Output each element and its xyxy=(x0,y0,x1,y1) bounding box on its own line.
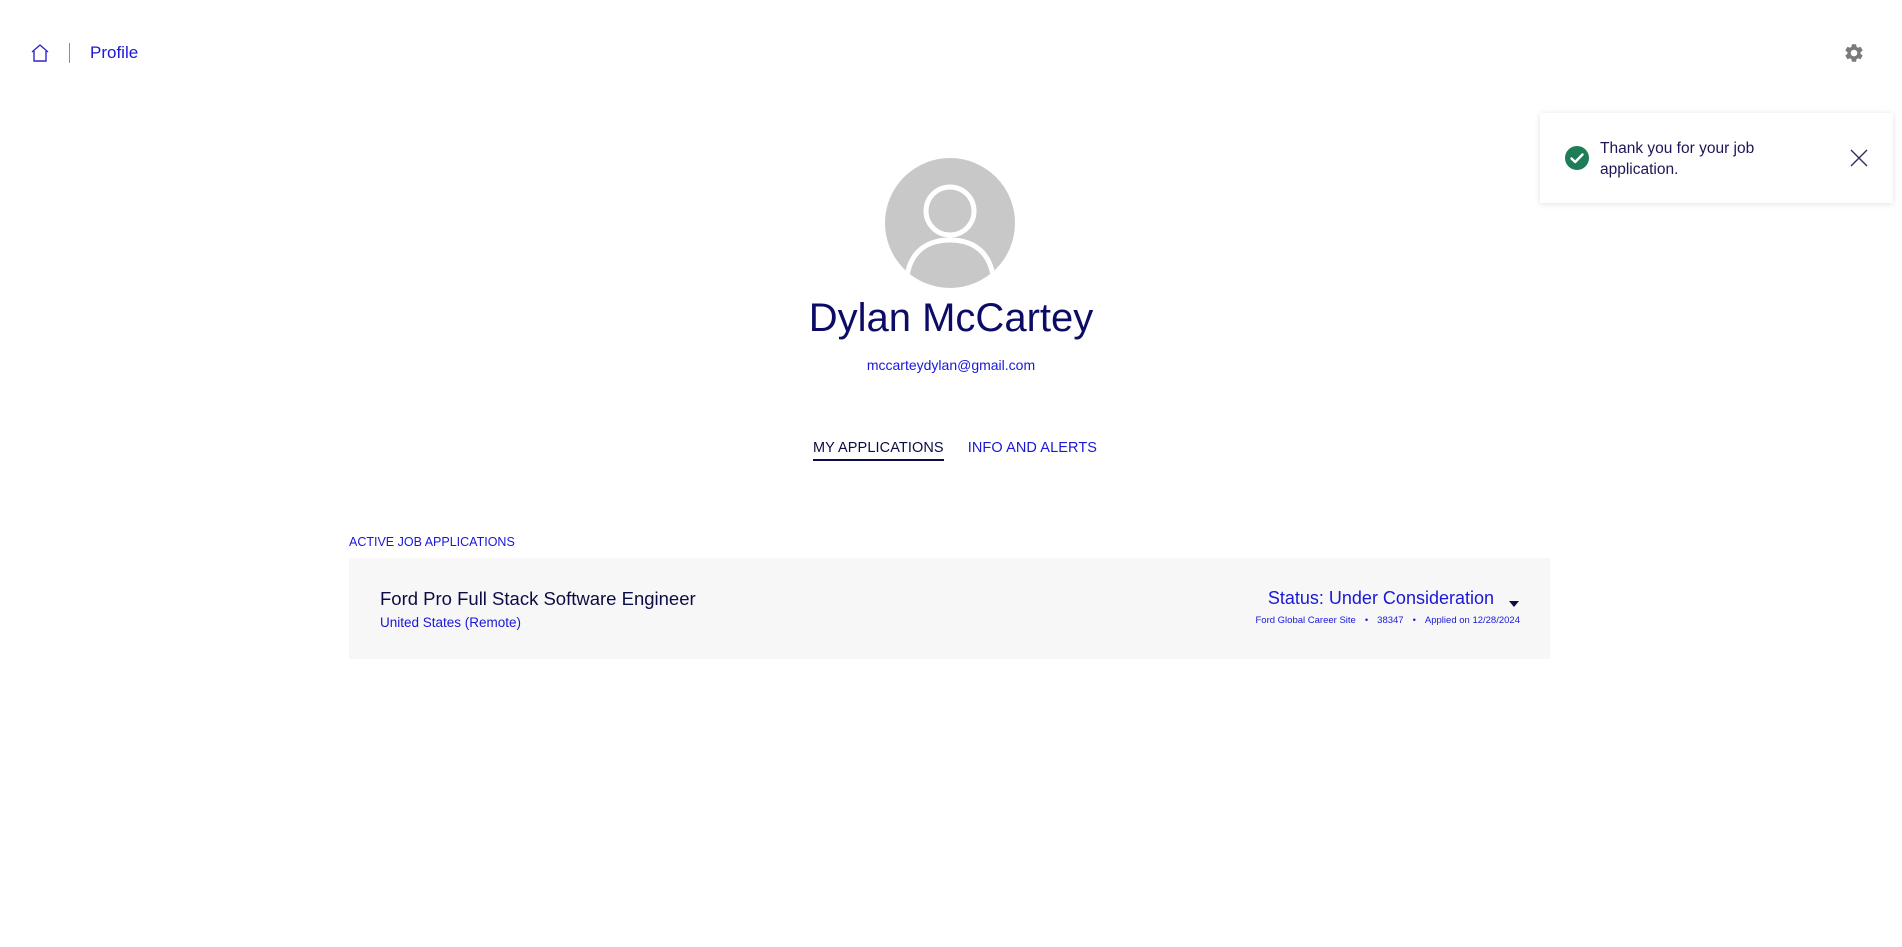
profile-tabs: MY APPLICATIONS INFO AND ALERTS xyxy=(813,440,1121,461)
success-toast: Thank you for your job application. xyxy=(1540,113,1893,203)
application-job-id: 38347 xyxy=(1377,615,1404,626)
meta-separator: • xyxy=(1364,615,1369,626)
home-icon[interactable] xyxy=(29,42,51,64)
job-title[interactable]: Ford Pro Full Stack Software Engineer xyxy=(380,588,696,610)
breadcrumb: Profile xyxy=(29,42,138,64)
status-dropdown[interactable]: Status: Under Consideration xyxy=(1268,588,1520,609)
breadcrumb-divider xyxy=(69,43,70,63)
meta-separator: • xyxy=(1412,615,1416,626)
application-source: Ford Global Career Site xyxy=(1255,615,1356,626)
gear-icon[interactable] xyxy=(1843,42,1865,64)
tab-info-and-alerts[interactable]: INFO AND ALERTS xyxy=(968,440,1097,461)
application-meta: Ford Global Career Site • 38347 • Applie… xyxy=(1256,615,1521,626)
user-avatar-icon xyxy=(904,184,996,277)
avatar xyxy=(885,158,1015,288)
profile-page: Profile Thank you for your job applicati… xyxy=(0,0,1902,947)
status-label: Status: Under Consideration xyxy=(1267,588,1494,608)
tab-my-applications[interactable]: MY APPLICATIONS xyxy=(813,440,944,461)
profile-name: Dylan McCartey xyxy=(808,296,1094,340)
toast-message: Thank you for your job application. xyxy=(1600,140,1755,178)
check-circle-icon xyxy=(1564,145,1590,171)
close-icon[interactable] xyxy=(1848,147,1870,169)
profile-email: mccarteydylan@gmail.com xyxy=(866,357,1036,373)
application-card: Ford Pro Full Stack Software Engineer Un… xyxy=(349,558,1550,659)
section-title-active-applications: ACTIVE JOB APPLICATIONS xyxy=(349,535,515,549)
application-date: Applied on 12/28/2024 xyxy=(1424,615,1520,626)
job-location: United States (Remote) xyxy=(380,615,522,630)
breadcrumb-profile-link[interactable]: Profile xyxy=(90,43,138,63)
caret-down-icon xyxy=(1508,595,1520,607)
